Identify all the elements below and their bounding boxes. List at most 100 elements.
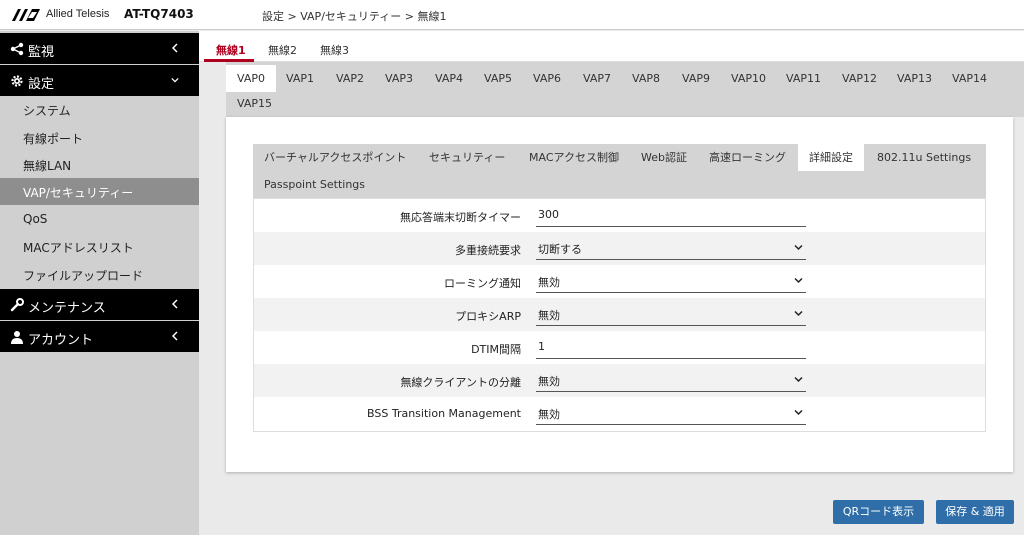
user-icon (11, 331, 23, 344)
sidebar-item-label: VAP/セキュリティー (23, 186, 134, 200)
chevron-left-icon (171, 331, 178, 341)
sidebar-section-settings[interactable]: 設定 (0, 65, 199, 96)
chevron-down-icon (794, 376, 803, 383)
tab-vap8[interactable]: VAP8 (632, 65, 660, 92)
client-isolation-select[interactable]: 無効 (536, 368, 806, 392)
field-value: 1 (538, 340, 545, 353)
form-row-roaming-notification: ローミング通知 無効 (254, 265, 985, 298)
sidebar-item-wired-port[interactable]: 有線ポート (0, 124, 199, 151)
sidebar-item-qos[interactable]: QoS (0, 206, 199, 233)
main-content: 無線1 無線2 無線3 VAP0 VAP1 VAP2 VAP3 VAP4 VAP… (199, 31, 1024, 535)
tab-vap2[interactable]: VAP2 (336, 65, 364, 92)
sidebar-item-file-upload[interactable]: ファイルアップロード (0, 261, 199, 288)
form-row-multiple-connection: 多重接続要求 切断する (254, 232, 985, 265)
gear-icon (11, 75, 23, 87)
field-label: プロキシARP (455, 310, 521, 323)
chevron-down-icon (794, 244, 803, 251)
tab-vap5[interactable]: VAP5 (484, 65, 512, 92)
tab-vap10[interactable]: VAP10 (731, 65, 766, 92)
tab-virtual-access-point[interactable]: バーチャルアクセスポイント (264, 144, 406, 171)
tab-80211u-settings[interactable]: 802.11u Settings (877, 144, 971, 171)
sidebar-item-wireless-lan[interactable]: 無線LAN (0, 151, 199, 178)
qr-code-button[interactable]: QRコード表示 (833, 500, 924, 524)
chevron-left-icon (171, 299, 178, 309)
field-label: BSS Transition Management (367, 407, 521, 420)
sidebar-section-maintenance[interactable]: メンテナンス (0, 289, 199, 320)
tab-vap0[interactable]: VAP0 (226, 65, 276, 92)
tab-advanced-settings[interactable]: 詳細設定 (798, 144, 864, 171)
sidebar-item-vap-security[interactable]: VAP/セキュリティー (0, 178, 199, 205)
top-header: Allied Telesis AT-TQ7403 設定 > VAP/セキュリティ… (0, 0, 1024, 30)
sidebar: 監視 設定 システム 有線ポート 無線LAN VAP/セキュリティー QoS M… (0, 31, 199, 535)
brand-name: Allied Telesis (46, 8, 110, 20)
advanced-settings-form: 無応答端末切断タイマー 300 多重接続要求 切断する ローミング通知 無効 プ… (253, 198, 986, 432)
field-value: 無効 (538, 408, 560, 421)
sidebar-section-label: メンテナンス (28, 301, 106, 316)
tab-vap13[interactable]: VAP13 (897, 65, 932, 92)
inactivity-timer-input[interactable]: 300 (536, 203, 806, 227)
tab-radio1[interactable]: 無線1 (216, 42, 246, 58)
chevron-down-icon (171, 77, 179, 83)
field-label: 無応答端末切断タイマー (400, 211, 521, 224)
sidebar-item-mac-address-list[interactable]: MACアドレスリスト (0, 233, 199, 260)
sidebar-section-label: 設定 (28, 77, 55, 92)
sidebar-item-label: 無線LAN (23, 159, 72, 173)
dtim-interval-input[interactable]: 1 (536, 335, 806, 359)
field-value: 無効 (538, 276, 560, 289)
breadcrumb: 設定 > VAP/セキュリティー > 無線1 (262, 10, 447, 23)
settings-panel: バーチャルアクセスポイント セキュリティー MACアクセス制御 Web認証 高速… (226, 117, 1013, 472)
chevron-down-icon (794, 310, 803, 317)
tab-vap14[interactable]: VAP14 (952, 65, 987, 92)
chevron-left-icon (171, 43, 178, 53)
field-label: 無線クライアントの分離 (400, 376, 521, 389)
tab-vap9[interactable]: VAP9 (682, 65, 710, 92)
tab-fast-roaming[interactable]: 高速ローミング (709, 144, 786, 171)
tab-passpoint-settings[interactable]: Passpoint Settings (264, 171, 365, 198)
sidebar-item-label: ファイルアップロード (23, 269, 144, 283)
tab-vap15[interactable]: VAP15 (237, 90, 272, 117)
sidebar-item-label: QoS (23, 212, 48, 226)
tab-vap3[interactable]: VAP3 (385, 65, 413, 92)
form-row-dtim-interval: DTIM間隔 1 (254, 331, 985, 364)
tab-vap11[interactable]: VAP11 (786, 65, 821, 92)
wrench-icon (10, 298, 24, 312)
setting-category-tab-bar: バーチャルアクセスポイント セキュリティー MACアクセス制御 Web認証 高速… (253, 144, 986, 198)
form-row-proxy-arp: プロキシARP 無効 (254, 298, 985, 331)
save-apply-button[interactable]: 保存 & 適用 (936, 500, 1014, 524)
chevron-down-icon (794, 277, 803, 284)
sidebar-section-monitor[interactable]: 監視 (0, 33, 199, 64)
allied-telesis-logo-icon (12, 9, 40, 21)
sidebar-item-system[interactable]: システム (0, 96, 199, 123)
tab-web-auth[interactable]: Web認証 (641, 144, 687, 171)
tab-vap6[interactable]: VAP6 (533, 65, 561, 92)
bss-transition-select[interactable]: 無効 (536, 401, 806, 425)
tab-vap4[interactable]: VAP4 (435, 65, 463, 92)
field-value: 無効 (538, 375, 560, 388)
multiple-connection-select[interactable]: 切断する (536, 236, 806, 260)
roaming-notification-select[interactable]: 無効 (536, 269, 806, 293)
sidebar-section-account[interactable]: アカウント (0, 321, 199, 352)
field-label: 多重接続要求 (455, 244, 521, 257)
field-label: ローミング通知 (444, 277, 521, 290)
chevron-down-icon (794, 409, 803, 416)
tab-vap7[interactable]: VAP7 (583, 65, 611, 92)
share-icon (10, 42, 24, 56)
form-row-client-isolation: 無線クライアントの分離 無効 (254, 364, 985, 397)
proxy-arp-select[interactable]: 無効 (536, 302, 806, 326)
radio-tab-bar: 無線1 無線2 無線3 (199, 31, 1024, 62)
device-model: AT-TQ7403 (124, 7, 194, 21)
tab-security[interactable]: セキュリティー (429, 144, 505, 171)
sidebar-section-label: 監視 (28, 45, 55, 60)
tab-vap1[interactable]: VAP1 (286, 65, 314, 92)
sidebar-item-label: MACアドレスリスト (23, 241, 134, 255)
form-row-bss-transition: BSS Transition Management 無効 (254, 397, 985, 430)
field-value: 300 (538, 208, 559, 221)
sidebar-item-label: システム (23, 104, 71, 118)
field-value: 切断する (538, 243, 582, 256)
tab-vap12[interactable]: VAP12 (842, 65, 877, 92)
tab-radio3[interactable]: 無線3 (320, 42, 349, 58)
tab-radio2[interactable]: 無線2 (268, 42, 297, 58)
field-value: 無効 (538, 309, 560, 322)
tab-mac-access-control[interactable]: MACアクセス制御 (529, 144, 619, 171)
vap-tab-bar: VAP0 VAP1 VAP2 VAP3 VAP4 VAP5 VAP6 VAP7 … (226, 62, 1024, 117)
